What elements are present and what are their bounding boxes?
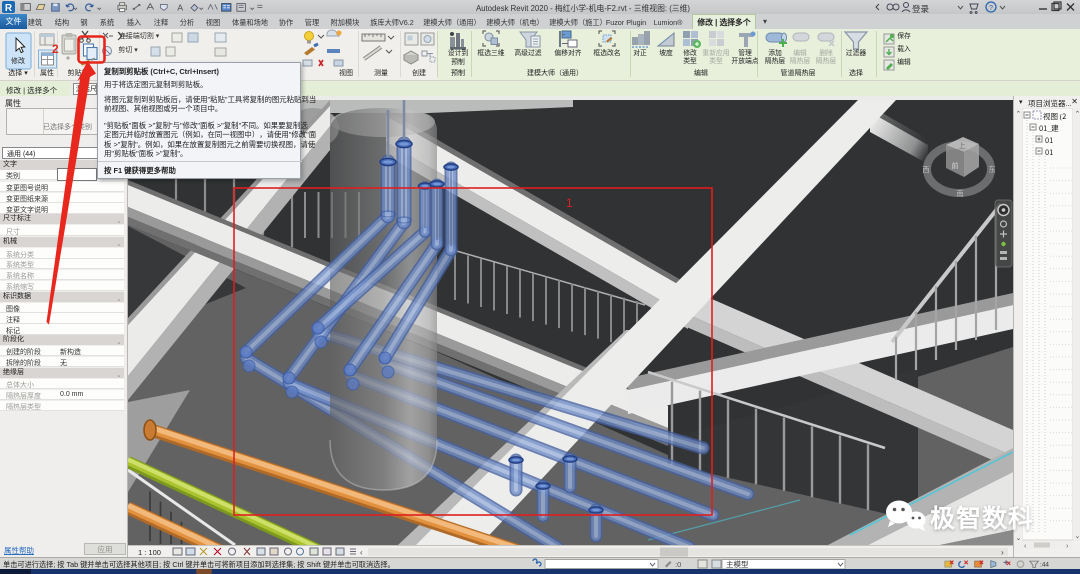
svg-text:前: 前	[952, 161, 959, 171]
svg-text:东: 东	[988, 164, 996, 175]
svg-text:⌃: ⌃	[1016, 110, 1022, 118]
svg-text:上: 上	[959, 141, 966, 151]
svg-text:⌄: ⌄	[1075, 533, 1080, 540]
svg-text:‹: ‹	[360, 548, 363, 557]
svg-text::0: :0	[675, 560, 681, 569]
svg-text::44: :44	[1040, 562, 1049, 569]
svg-text:南: 南	[956, 188, 964, 199]
svg-text:01_建: 01_建	[1039, 123, 1059, 134]
svg-text:R: R	[5, 3, 13, 14]
svg-text:01: 01	[1045, 135, 1053, 146]
svg-text:西: 西	[922, 164, 930, 175]
svg-text:01: 01	[1045, 147, 1053, 158]
svg-text:视图 (2: 视图 (2	[1043, 111, 1066, 122]
svg-text:›: ›	[1001, 548, 1004, 557]
svg-text:⌃: ⌃	[1075, 110, 1080, 118]
